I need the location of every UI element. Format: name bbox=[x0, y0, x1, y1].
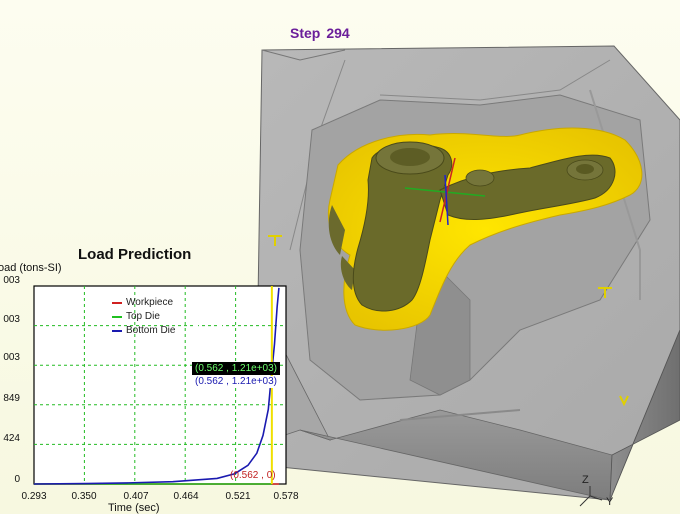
chart-legend: Workpiece Top Die Bottom Die bbox=[112, 296, 175, 338]
axis-y-label: Y bbox=[606, 496, 614, 508]
legend-swatch bbox=[112, 316, 122, 318]
y-tick-label: 424 bbox=[3, 433, 20, 444]
readout-workpiece: (0.562 , 0) bbox=[230, 470, 276, 481]
y-tick-label: 003 bbox=[3, 352, 20, 363]
chart-title: Load Prediction bbox=[78, 246, 192, 263]
step-indicator: Step 294 bbox=[284, 25, 350, 41]
y-tick-label: 849 bbox=[3, 393, 20, 404]
x-tick-label: 0.578 bbox=[273, 491, 299, 502]
legend-label: Bottom Die bbox=[126, 325, 176, 336]
x-tick-label: 0.407 bbox=[123, 491, 149, 502]
legend-item-top-die: Top Die bbox=[112, 310, 175, 324]
step-text: Step bbox=[290, 25, 321, 41]
x-tick-label: 0.521 bbox=[225, 491, 251, 502]
y-tick-label: 0 bbox=[14, 474, 20, 485]
readout-bottom-die: (0.562 , 1.21e+03) bbox=[192, 376, 281, 388]
x-tick-label: 0.350 bbox=[71, 491, 97, 502]
y-tick-label: 003 bbox=[3, 314, 20, 325]
x-tick-label: 0.293 bbox=[21, 491, 47, 502]
step-number: 294 bbox=[326, 25, 350, 41]
axis-z-label: Z bbox=[582, 474, 589, 486]
legend-label: Workpiece bbox=[126, 297, 174, 308]
legend-item-bottom-die: Bottom Die bbox=[112, 324, 175, 338]
legend-label: Top Die bbox=[126, 311, 160, 322]
readout-top-die: (0.562 , 1.21e+03) bbox=[192, 362, 281, 375]
legend-swatch bbox=[112, 330, 122, 332]
legend-item-workpiece: Workpiece bbox=[112, 296, 175, 310]
chart-y-label: oad (tons-SI) bbox=[0, 262, 62, 274]
legend-swatch bbox=[112, 302, 122, 304]
y-tick-label: 003 bbox=[3, 275, 20, 286]
x-tick-label: 0.464 bbox=[173, 491, 199, 502]
chart-x-label: Time (sec) bbox=[108, 502, 160, 514]
